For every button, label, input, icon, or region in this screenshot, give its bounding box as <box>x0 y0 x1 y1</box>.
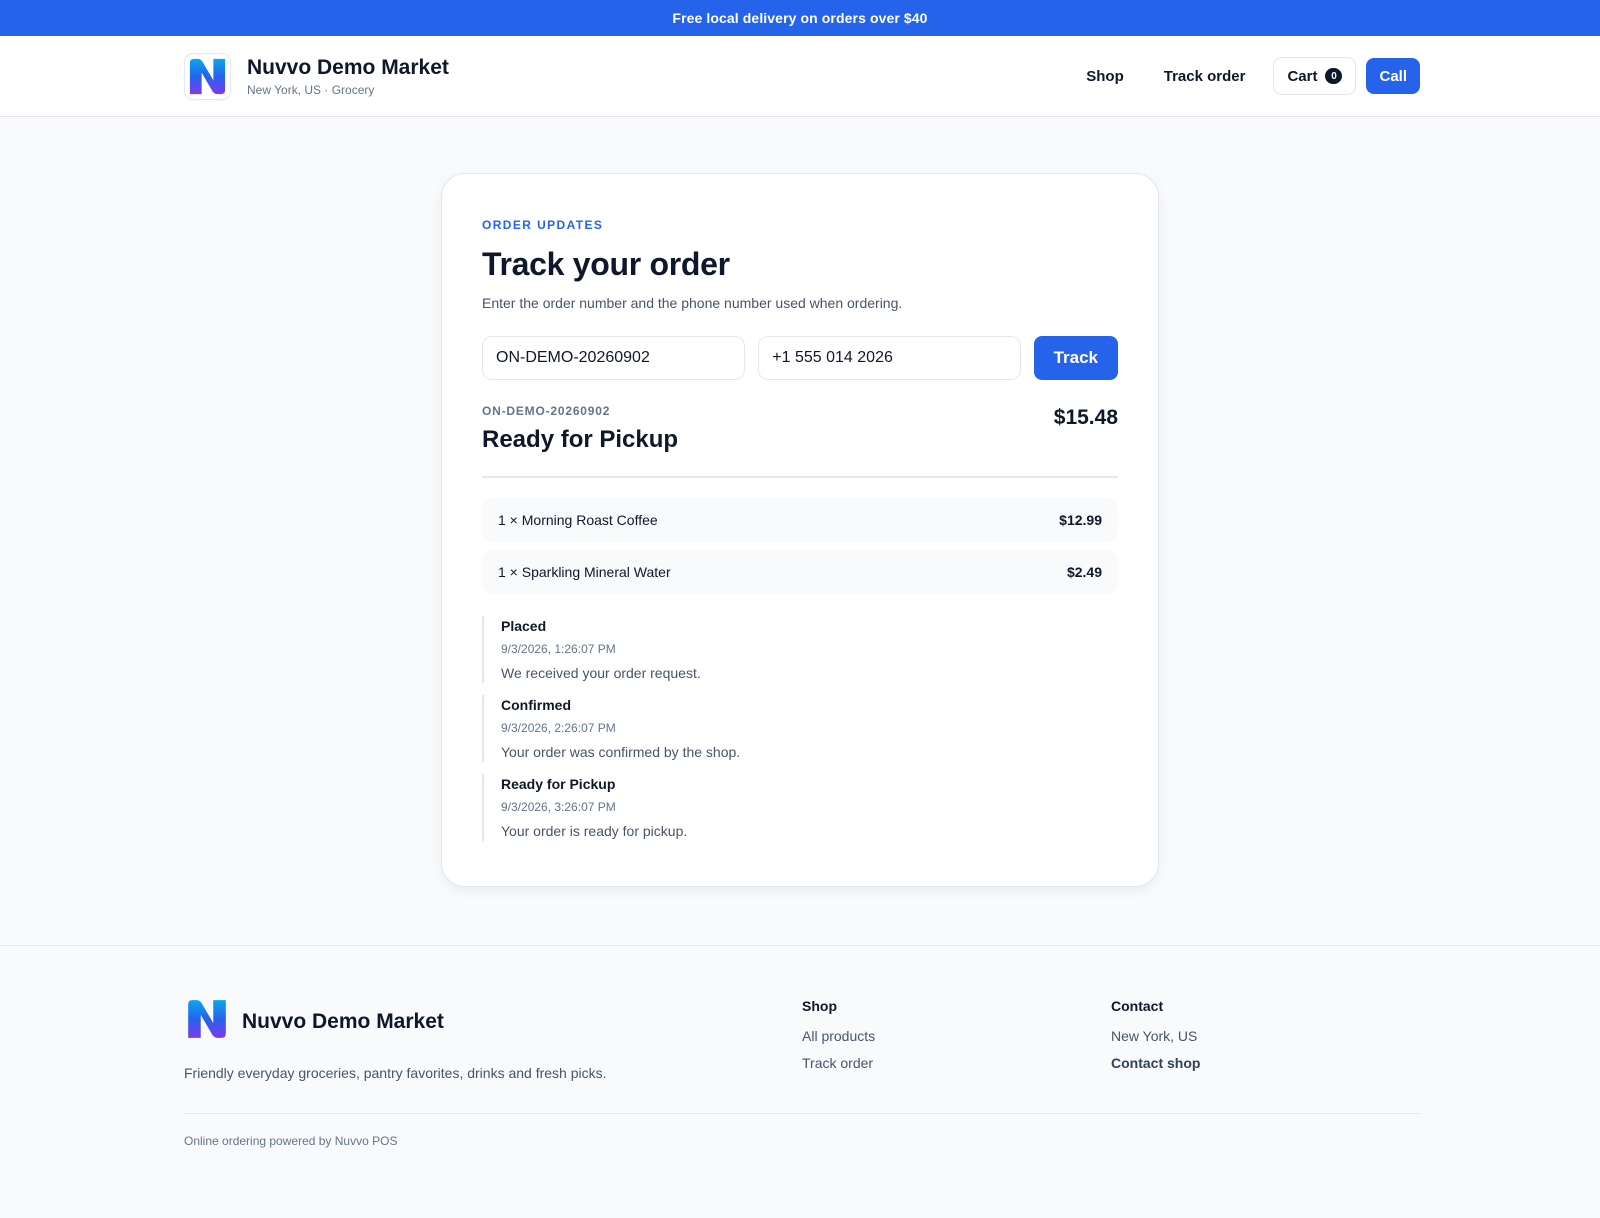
phone-number-input[interactable] <box>758 336 1021 380</box>
brand-subtitle: New York, US · Grocery <box>247 82 375 97</box>
footer-contact-heading: Contact <box>1111 998 1164 1014</box>
order-number-input[interactable] <box>482 336 746 380</box>
footer-track-order-link[interactable]: Track order <box>802 1055 1111 1071</box>
footer-brand-name: Nuvvo Demo Market <box>242 1009 444 1033</box>
powered-by-text: Online ordering powered by Nuvvo POS <box>184 1134 398 1148</box>
item-price: $12.99 <box>1059 512 1102 528</box>
brand-name: Nuvvo Demo Market <box>247 55 449 79</box>
nav-track-order-link[interactable]: Track order <box>1148 58 1262 95</box>
footer-contact-column: Contact New York, US Contact shop <box>1111 992 1420 1085</box>
order-summary-header: ON-DEMO-20260902 Ready for Pickup $15.48 <box>482 404 1118 478</box>
timeline-title: Placed <box>501 618 547 634</box>
footer-description: Friendly everyday groceries, pantry favo… <box>184 1065 607 1081</box>
footer-shop-heading: Shop <box>802 998 837 1014</box>
nuvvo-logo-icon <box>184 52 231 100</box>
timeline-title: Confirmed <box>501 697 571 713</box>
order-tracking-card: ORDER UPDATES Track your order Enter the… <box>441 173 1159 887</box>
list-item: 1 × Sparkling Mineral Water $2.49 <box>482 550 1118 594</box>
page-subtitle: Enter the order number and the phone num… <box>482 295 903 311</box>
timeline-description: We received your order request. <box>501 665 701 681</box>
timeline-description: Your order was confirmed by the shop. <box>501 744 741 760</box>
timeline-time: 9/3/2026, 1:26:07 PM <box>501 642 616 656</box>
cart-label: Cart <box>1287 67 1318 85</box>
order-items-list: 1 × Morning Roast Coffee $12.99 1 × Spar… <box>482 498 1118 594</box>
footer-bottom: Online ordering powered by Nuvvo POS <box>184 1113 1420 1148</box>
site-footer: Nuvvo Demo Market Friendly everyday groc… <box>0 945 1600 1218</box>
nuvvo-logo-icon <box>184 996 230 1047</box>
item-price: $2.49 <box>1066 564 1102 580</box>
site-header: Nuvvo Demo Market New York, US · Grocery… <box>0 36 1600 117</box>
item-label: 1 × Sparkling Mineral Water <box>498 564 671 580</box>
timeline-entry: Confirmed 9/3/2026, 2:26:07 PM Your orde… <box>482 695 1118 762</box>
list-item: 1 × Morning Roast Coffee $12.99 <box>482 498 1118 542</box>
brand[interactable]: Nuvvo Demo Market New York, US · Grocery <box>184 52 449 100</box>
timeline-entry: Placed 9/3/2026, 1:26:07 PM We received … <box>482 616 1118 683</box>
timeline-description: Your order is ready for pickup. <box>501 823 688 839</box>
footer-shop-column: Shop All products Track order <box>802 992 1111 1085</box>
tracking-form: Track <box>482 336 1118 380</box>
order-total: $15.48 <box>1053 406 1118 429</box>
track-button[interactable]: Track <box>1033 336 1118 380</box>
footer-all-products-link[interactable]: All products <box>802 1028 1111 1044</box>
footer-brand: Nuvvo Demo Market Friendly everyday groc… <box>184 992 802 1085</box>
order-timeline: Placed 9/3/2026, 1:26:07 PM We received … <box>482 616 1118 841</box>
announcement-text: Free local delivery on orders over $40 <box>672 10 928 26</box>
cart-count-badge: 0 <box>1325 68 1343 84</box>
page-title: Track your order <box>482 246 730 282</box>
order-id: ON-DEMO-20260902 <box>482 404 611 418</box>
cart-button[interactable]: Cart 0 <box>1273 57 1357 95</box>
call-button[interactable]: Call <box>1366 58 1420 94</box>
timeline-time: 9/3/2026, 3:26:07 PM <box>501 800 616 814</box>
main-nav: Shop Track order Cart 0 Call <box>1070 57 1420 95</box>
timeline-time: 9/3/2026, 2:26:07 PM <box>501 721 616 735</box>
timeline-entry: Ready for Pickup 9/3/2026, 3:26:07 PM Yo… <box>482 774 1118 841</box>
nav-shop-link[interactable]: Shop <box>1070 58 1140 95</box>
main-content: ORDER UPDATES Track your order Enter the… <box>0 117 1600 945</box>
announcement-bar: Free local delivery on orders over $40 <box>0 0 1600 36</box>
order-status: Ready for Pickup <box>482 426 679 453</box>
footer-location: New York, US <box>1111 1028 1198 1044</box>
item-label: 1 × Morning Roast Coffee <box>498 512 658 528</box>
section-eyebrow: ORDER UPDATES <box>482 218 604 232</box>
footer-contact-shop-link[interactable]: Contact shop <box>1111 1055 1420 1071</box>
timeline-title: Ready for Pickup <box>501 776 616 792</box>
